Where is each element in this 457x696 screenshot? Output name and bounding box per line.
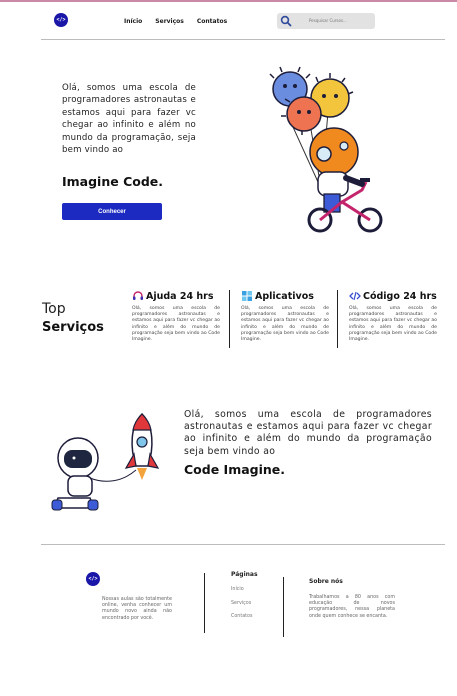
section2-text: Olá, somos uma escola de programadores a… <box>184 409 432 457</box>
search-input[interactable]: Pesquisar Cursos... <box>277 13 375 29</box>
header: </> Início Serviços Contatos Pesquisar C… <box>0 2 457 40</box>
service-title: Código 24 hrs <box>363 290 437 302</box>
services-divider <box>337 290 338 348</box>
service-card-aplicativos: Aplicativos Olá, somos uma escola de pro… <box>241 290 345 343</box>
hero-title: Imagine Code. <box>62 174 164 189</box>
footer-divider <box>41 544 445 545</box>
footer-link-inicio[interactable]: Início <box>231 587 244 592</box>
service-title: Ajuda 24 hrs <box>146 290 214 302</box>
footer-link-servicos[interactable]: Serviços <box>231 601 251 606</box>
service-card-codigo: Código 24 hrs Olá, somos uma escola de p… <box>349 290 453 343</box>
nav-menu: Início Serviços Contatos <box>124 18 227 25</box>
footer-about-title: Sobre nós <box>309 578 343 585</box>
footer-pages-title: Páginas <box>231 571 258 578</box>
footer-desc: Nossas aulas são totalmente online, venh… <box>102 597 172 621</box>
nav-item-servicos[interactable]: Serviços <box>155 18 184 25</box>
search-icon[interactable] <box>280 15 292 27</box>
service-desc: Olá, somos uma escola de programadores a… <box>132 306 220 343</box>
code-icon <box>349 290 361 302</box>
section2-title: Code Imagine. <box>184 462 286 477</box>
footer-divider-left <box>204 573 205 633</box>
apps-icon <box>241 290 253 302</box>
footer-about-text: Trabalhamos a 80 anos com educação de no… <box>309 595 395 619</box>
search-placeholder: Pesquisar Cursos... <box>309 18 347 23</box>
footer-link-contatos[interactable]: Contatos <box>231 614 252 619</box>
headset-icon <box>132 290 144 302</box>
service-card-ajuda: Ajuda 24 hrs Olá, somos uma escola de pr… <box>132 290 236 343</box>
services-title-top: Top <box>42 301 66 317</box>
logo[interactable]: </> <box>54 13 68 27</box>
footer-logo[interactable]: </> <box>86 572 100 586</box>
nav-item-contatos[interactable]: Contatos <box>197 18 227 25</box>
footer-divider-right <box>283 577 284 637</box>
service-desc: Olá, somos uma escola de programadores a… <box>349 306 437 343</box>
nav-item-inicio[interactable]: Início <box>124 18 142 25</box>
service-desc: Olá, somos uma escola de programadores a… <box>241 306 329 343</box>
conhecer-button[interactable]: Conhecer <box>62 203 162 220</box>
astronaut-rocket-illustration <box>51 412 160 511</box>
header-divider <box>41 39 445 40</box>
service-title: Aplicativos <box>255 290 314 302</box>
services-divider <box>229 290 230 348</box>
diver-balloons-illustration <box>269 66 383 233</box>
hero-text: Olá, somos uma escola de programadores a… <box>62 83 196 156</box>
services-title: Serviços <box>42 320 104 335</box>
